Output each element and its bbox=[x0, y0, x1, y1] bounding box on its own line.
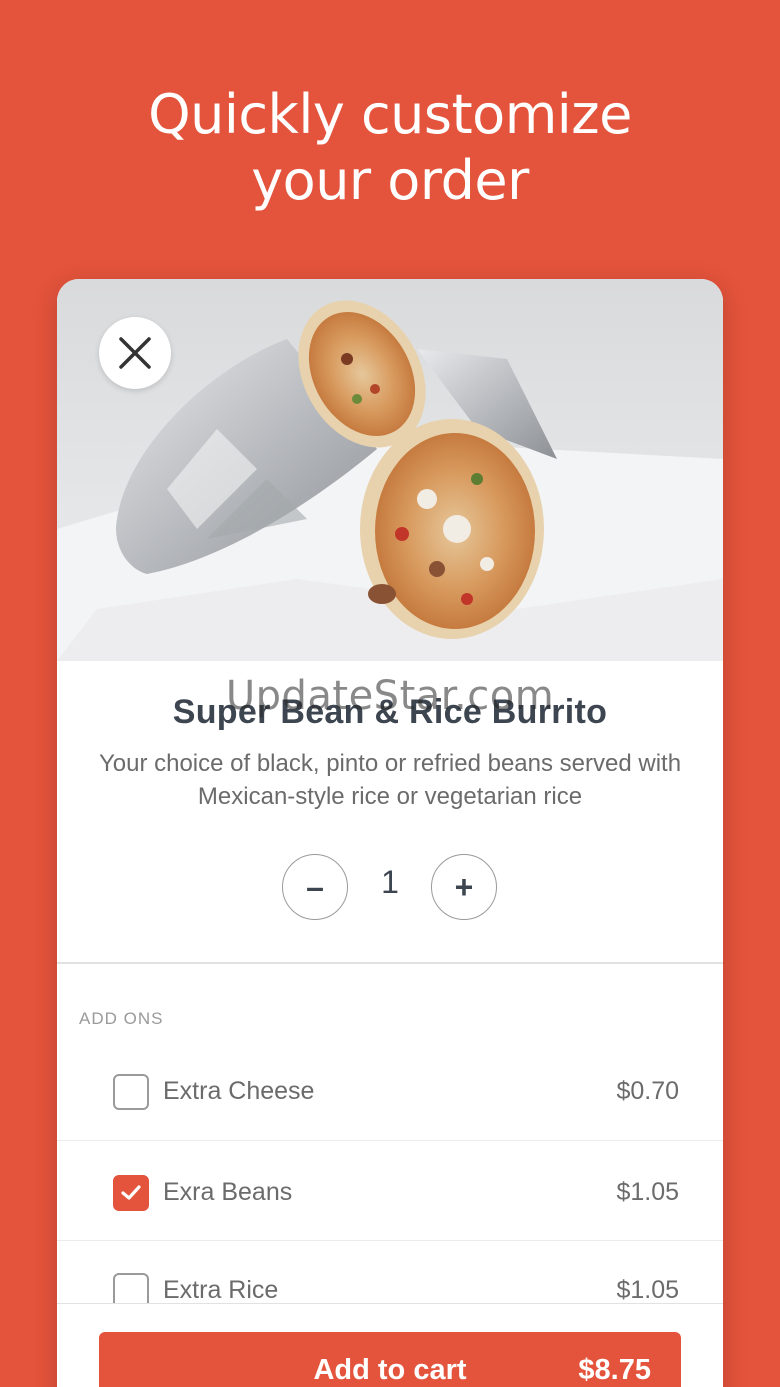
app-screen: Quickly customize your order Super Bean … bbox=[0, 0, 780, 1387]
product-photo bbox=[57, 279, 723, 661]
product-detail-card: Super Bean & Rice Burrito UpdateStar.com… bbox=[57, 279, 723, 1387]
addon-checkbox[interactable] bbox=[113, 1074, 149, 1110]
promo-headline: Quickly customize your order bbox=[0, 82, 780, 214]
addon-row-extra-beans[interactable]: Exra Beans $1.05 bbox=[57, 1141, 723, 1241]
addon-name: Exra Beans bbox=[163, 1178, 293, 1206]
quantity-increase-button[interactable]: + bbox=[431, 854, 497, 920]
addon-checkbox-checked[interactable] bbox=[113, 1175, 149, 1211]
headline-line-2: your order bbox=[251, 149, 529, 212]
close-button[interactable] bbox=[99, 317, 171, 389]
addon-price: $0.70 bbox=[616, 1077, 679, 1105]
addon-row-extra-cheese[interactable]: Extra Cheese $0.70 bbox=[57, 1041, 723, 1141]
quantity-decrease-button[interactable]: – bbox=[282, 854, 348, 920]
addon-price: $1.05 bbox=[616, 1276, 679, 1304]
addon-price: $1.05 bbox=[616, 1178, 679, 1206]
bottom-action-bar: Add to cart $8.75 bbox=[57, 1303, 723, 1387]
addon-name: Extra Cheese bbox=[163, 1077, 315, 1105]
add-to-cart-button[interactable]: Add to cart $8.75 bbox=[99, 1332, 681, 1387]
checkmark-icon bbox=[121, 1185, 141, 1200]
add-ons-heading: ADD ONS bbox=[79, 1009, 164, 1028]
cart-total-price: $8.75 bbox=[578, 1354, 651, 1386]
quantity-value: 1 bbox=[381, 864, 399, 900]
watermark-text: UpdateStar.com bbox=[225, 673, 555, 719]
addon-name: Extra Rice bbox=[163, 1276, 279, 1304]
headline-line-1: Quickly customize bbox=[148, 83, 632, 146]
section-divider bbox=[57, 962, 723, 964]
close-icon bbox=[119, 337, 151, 369]
product-description: Your choice of black, pinto or refried b… bbox=[98, 750, 682, 810]
